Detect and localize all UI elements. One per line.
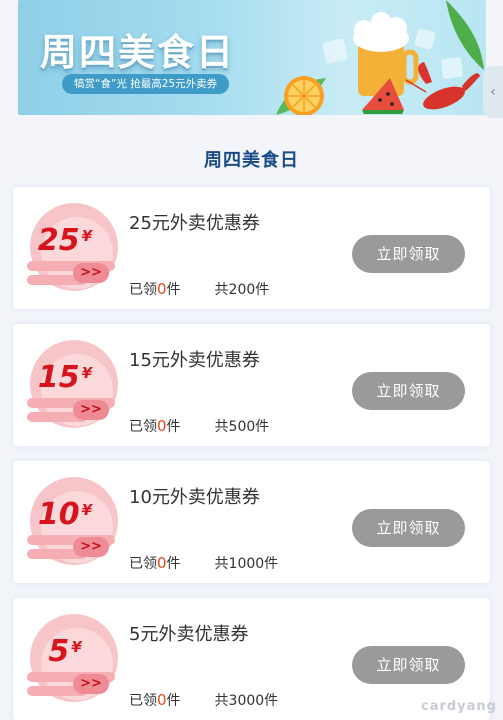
claimed-count: 0 [157,691,167,709]
coupon-badge: 5 ¥ >> [23,612,123,710]
total-count: 共200件 [214,282,270,298]
coupon-badge: 10 ¥ >> [23,475,123,573]
coupon-name: 25元外卖优惠券 [129,213,260,234]
coupon-card: 10 ¥ >> 10元外卖优惠券 已领0件 共1000件 立即领取 [13,461,490,583]
watermark: cardyang [420,699,497,714]
coupon-amount: 25 ¥ [37,223,93,258]
coupon-stats: 已领0件 共200件 [129,280,270,298]
section-title: 周四美食日 [204,150,299,171]
coupon-stats: 已领0件 共3000件 [129,691,279,709]
coupon-badge: 15 ¥ >> [23,338,123,436]
double-chevron-icon: >> [73,537,109,557]
coupon-name: 15元外卖优惠券 [129,350,260,371]
claim-button[interactable]: 立即领取 [352,509,465,547]
coupon-name: 5元外卖优惠券 [129,624,249,645]
coupon-card: 5 ¥ >> 5元外卖优惠券 已领0件 共3000件 立即领取 [13,598,490,720]
claim-button[interactable]: 立即领取 [352,235,465,273]
coupon-amount: 10 ¥ [37,497,93,532]
coupon-name: 10元外卖优惠券 [129,487,260,508]
claimed-count: 0 [157,417,167,435]
coupon-amount: 15 ¥ [37,360,93,395]
claimed-count: 0 [157,554,167,572]
food-illustration [276,0,484,115]
coupon-stats: 已领0件 共500件 [129,417,270,435]
total-count: 共1000件 [214,556,279,572]
banner-title: 周四美食日 [40,31,235,74]
claim-button[interactable]: 立即领取 [352,372,465,410]
claimed-count: 0 [157,280,167,298]
coupon-card: 25 ¥ >> 25元外卖优惠券 已领0件 共200件 立即领取 [13,187,490,309]
total-count: 共3000件 [214,693,279,709]
double-chevron-icon: >> [73,263,109,283]
double-chevron-icon: >> [73,400,109,420]
coupon-stats: 已领0件 共1000件 [129,554,279,572]
coupon-amount: 5 ¥ [48,634,82,669]
promo-banner[interactable]: 周四美食日 犒赏“食”光 抢最高25元外卖券 [18,0,486,115]
total-count: 共500件 [214,419,270,435]
banner-subtitle: 犒赏“食”光 抢最高25元外卖券 [62,74,230,94]
claim-button[interactable]: 立即领取 [352,646,465,684]
coupon-card: 15 ¥ >> 15元外卖优惠券 已领0件 共500件 立即领取 [13,324,490,446]
double-chevron-icon: >> [73,674,109,694]
banner-next-arrow-icon[interactable]: ‹ [483,66,503,118]
coupon-badge: 25 ¥ >> [23,201,123,299]
